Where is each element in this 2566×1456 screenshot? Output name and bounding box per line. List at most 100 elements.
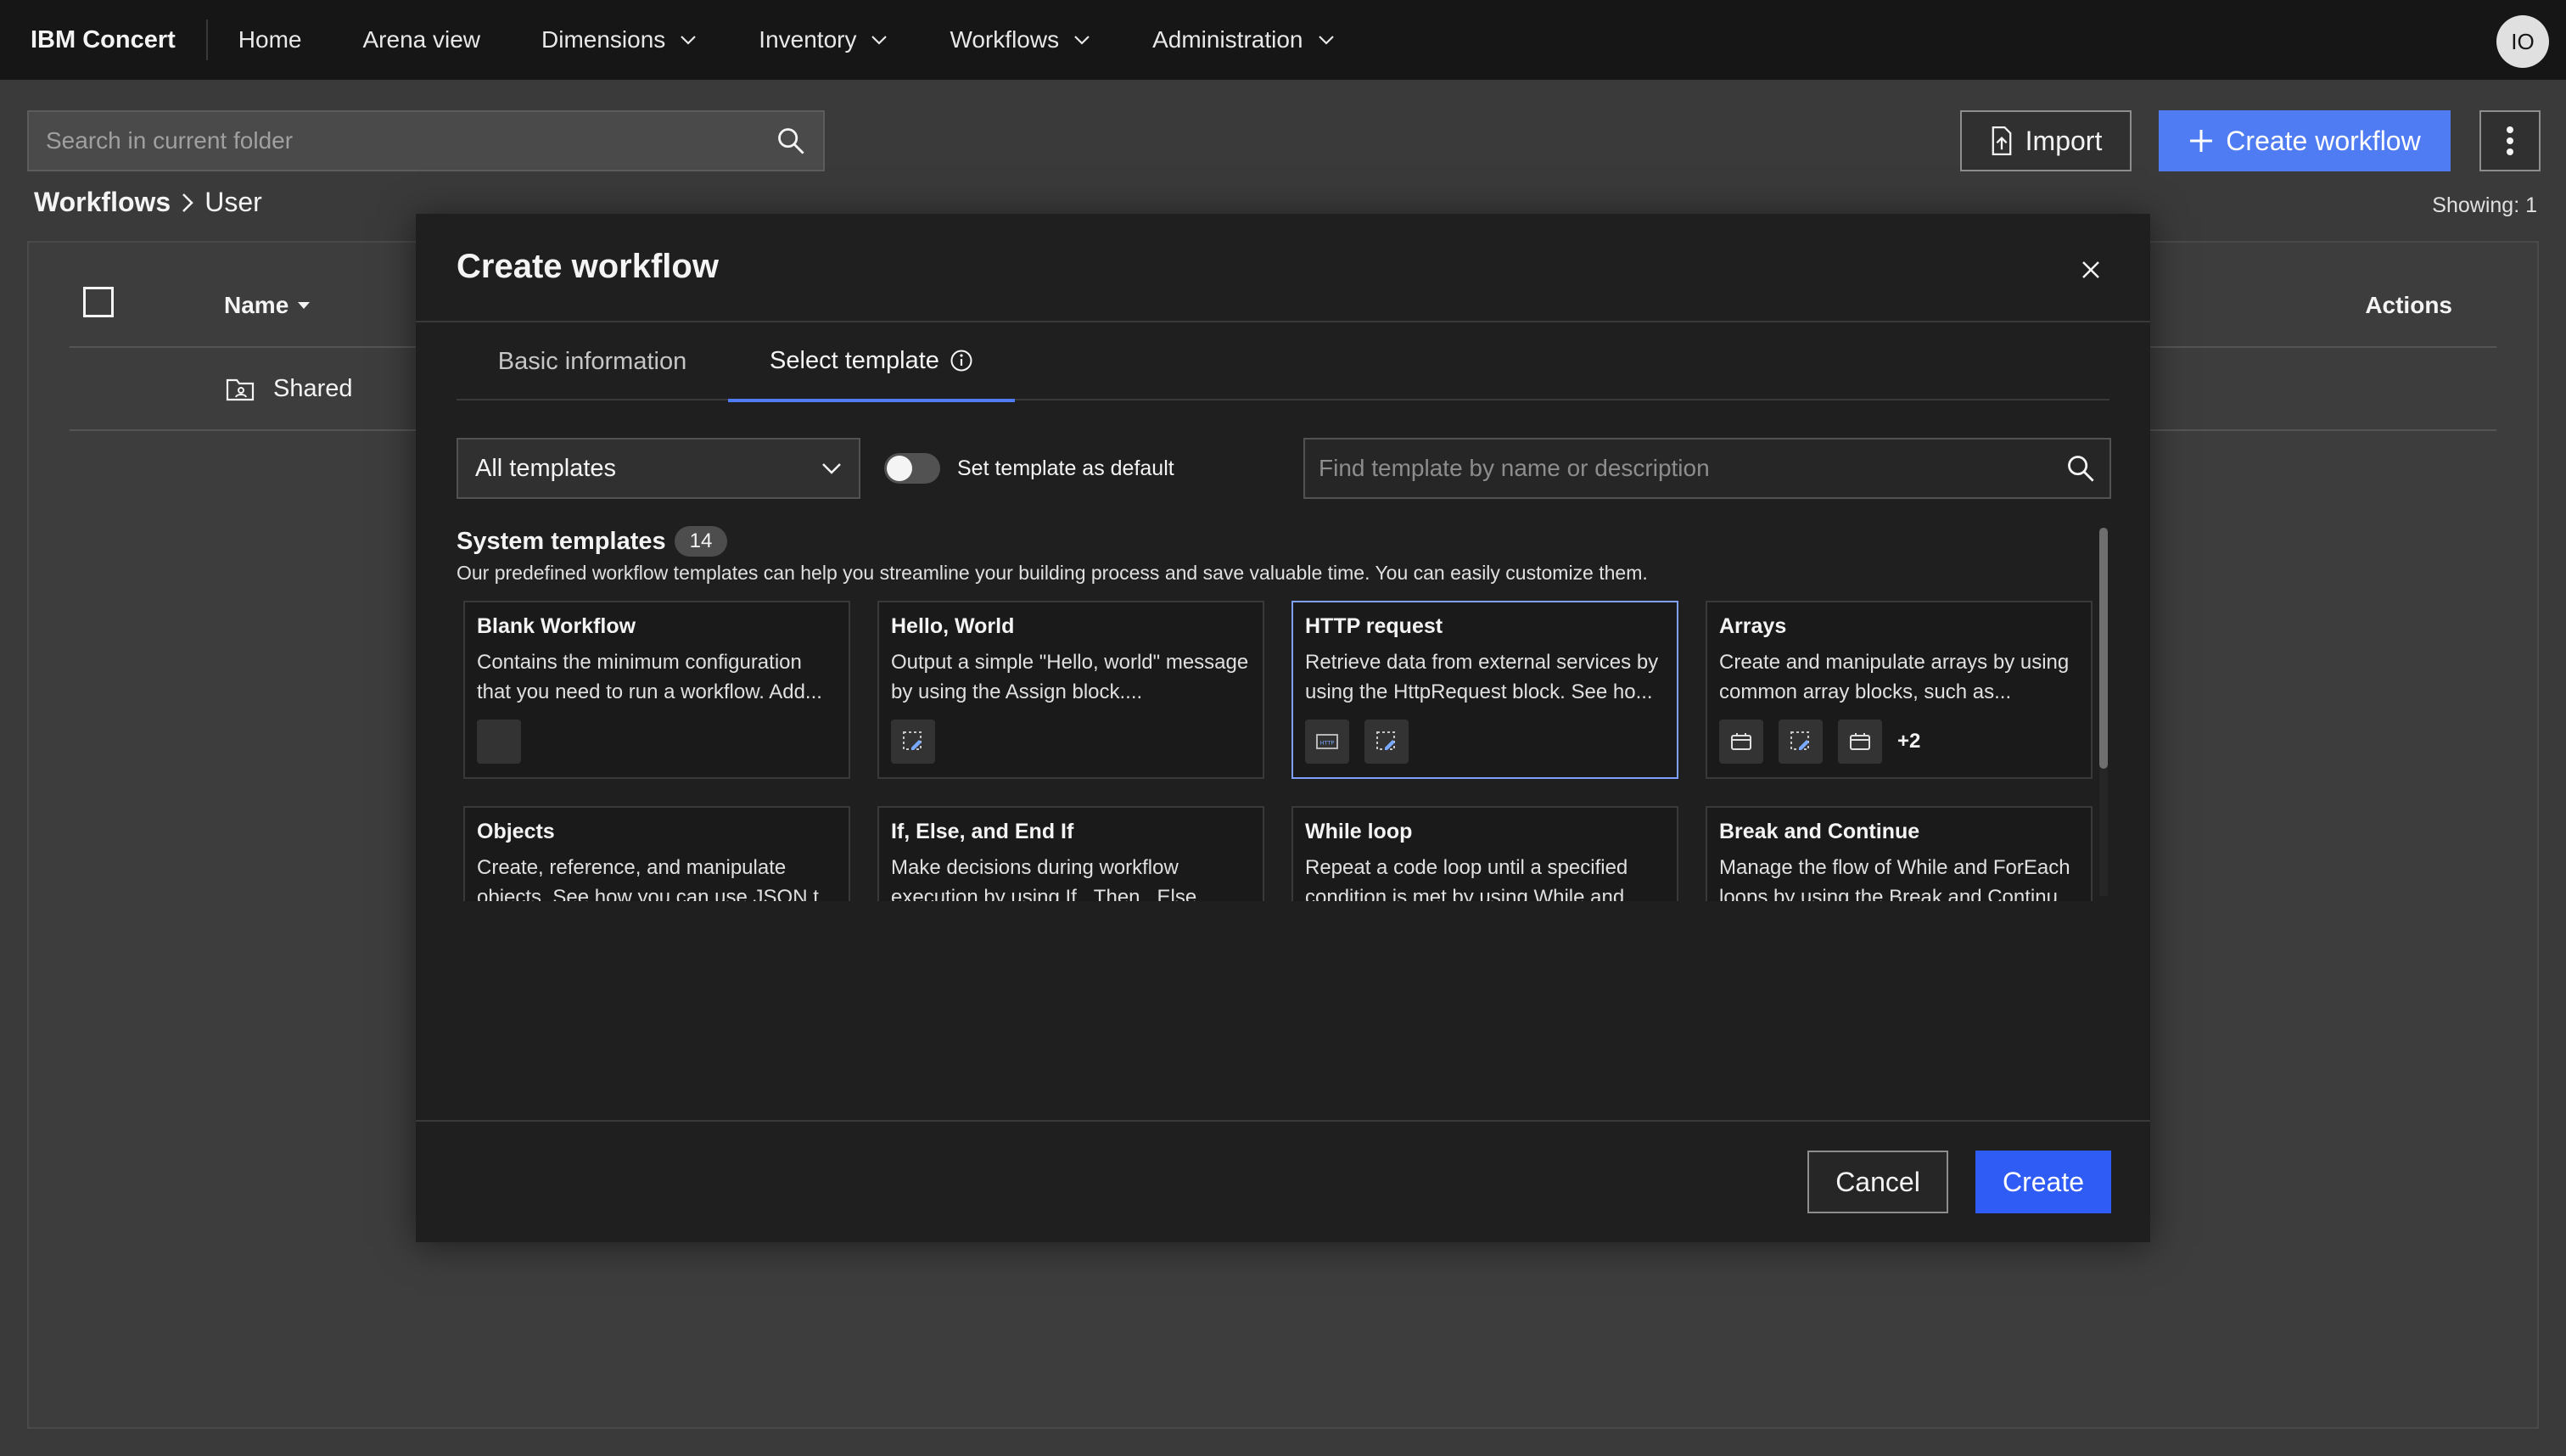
template-card-blocks: +2 bbox=[1719, 720, 1920, 764]
create-workflow-button-label: Create workflow bbox=[2226, 125, 2421, 156]
import-file-icon bbox=[1992, 126, 2011, 155]
breadcrumb-workflows[interactable]: Workflows bbox=[34, 187, 171, 218]
search-icon[interactable] bbox=[776, 126, 806, 156]
system-templates-description: Our predefined workflow templates can he… bbox=[457, 562, 1648, 584]
template-card-title: HTTP request bbox=[1305, 614, 1443, 638]
system-templates-heading: System templates 14 bbox=[457, 526, 728, 557]
array-icon bbox=[1719, 720, 1763, 764]
default-template-toggle-group: Set template as default bbox=[884, 453, 1174, 484]
chevron-down-icon bbox=[1318, 36, 1334, 45]
template-card-description: Create, reference, and manipulate object… bbox=[477, 856, 836, 901]
create-workflow-modal: Create workflow Basic information Select… bbox=[416, 214, 2150, 1242]
create-button-label: Create bbox=[2002, 1166, 2085, 1197]
template-filter-value: All templates bbox=[475, 454, 617, 482]
template-card-title: If, Else, and End If bbox=[891, 820, 1074, 843]
template-card-more-count: +2 bbox=[1897, 730, 1921, 753]
column-header-name[interactable]: Name bbox=[224, 292, 311, 319]
template-card-description: Make decisions during workflow execution… bbox=[891, 856, 1214, 901]
assign-icon bbox=[1364, 720, 1409, 764]
template-card-blank-workflow[interactable]: Blank Workflow Contains the minimum confi… bbox=[463, 601, 850, 779]
blank-icon bbox=[477, 720, 521, 764]
column-header-name-label: Name bbox=[224, 292, 289, 318]
user-avatar[interactable]: IO bbox=[2496, 15, 2549, 68]
tab-basic-information[interactable]: Basic information bbox=[457, 322, 728, 400]
table-row-shared[interactable]: Shared bbox=[226, 375, 353, 403]
nav-item-label: Arena view bbox=[362, 26, 481, 53]
tab-select-template-label: Select template bbox=[770, 346, 939, 374]
tab-basic-information-label: Basic information bbox=[497, 347, 687, 375]
tab-select-template[interactable]: Select template bbox=[728, 322, 1015, 402]
create-button[interactable]: Create bbox=[1975, 1151, 2111, 1213]
search-icon[interactable] bbox=[2065, 453, 2096, 484]
nav-item-label: Dimensions bbox=[541, 26, 666, 53]
sort-caret-icon[interactable] bbox=[297, 301, 311, 310]
default-template-toggle[interactable] bbox=[884, 453, 940, 484]
template-card-blocks bbox=[891, 720, 935, 764]
chevron-down-icon bbox=[822, 463, 841, 474]
nav-item-inventory[interactable]: Inventory bbox=[759, 26, 888, 53]
import-button-label: Import bbox=[2025, 125, 2103, 156]
overflow-menu-button[interactable] bbox=[2479, 110, 2541, 171]
kebab-icon bbox=[2507, 126, 2513, 155]
template-card-blocks bbox=[477, 720, 521, 764]
template-card-blocks: HTTP bbox=[1305, 720, 1409, 764]
cancel-button[interactable]: Cancel bbox=[1807, 1151, 1948, 1213]
template-grid: Blank Workflow Contains the minimum confi… bbox=[457, 601, 2109, 901]
chevron-down-icon bbox=[871, 36, 888, 45]
select-all-checkbox[interactable] bbox=[83, 287, 114, 317]
svg-text:HTTP: HTTP bbox=[1320, 740, 1335, 747]
nav-item-label: Administration bbox=[1152, 26, 1303, 53]
array-icon bbox=[1838, 720, 1882, 764]
template-card-title: Objects bbox=[477, 820, 555, 843]
info-icon[interactable] bbox=[950, 349, 973, 372]
modal-tabs: Basic information Select template bbox=[457, 322, 2109, 402]
template-scrollbar[interactable] bbox=[2099, 528, 2108, 896]
template-card-description: Output a simple "Hello, world" message b… bbox=[891, 651, 1249, 703]
template-card-if-else-and-end-if[interactable]: If, Else, and End If Make decisions durin… bbox=[877, 806, 1264, 901]
nav-item-administration[interactable]: Administration bbox=[1152, 26, 1335, 53]
template-search-field[interactable] bbox=[1303, 438, 2111, 499]
template-card-break-and-continue[interactable]: Break and Continue Manage the flow of Whi… bbox=[1706, 806, 2093, 901]
chevron-down-icon bbox=[681, 36, 697, 45]
assign-icon bbox=[1779, 720, 1823, 764]
template-card-description: Create and manipulate arrays by using co… bbox=[1719, 651, 2070, 703]
column-header-actions: Actions bbox=[2365, 292, 2452, 318]
scrollbar-thumb[interactable] bbox=[2099, 528, 2108, 769]
main-nav: Home Arena view Dimensions Inventory Workflo… bbox=[238, 26, 1397, 53]
create-workflow-button[interactable]: Create workflow bbox=[2159, 110, 2451, 171]
template-card-title: Hello, World bbox=[891, 614, 1015, 638]
template-card-http-request[interactable]: HTTP request Retrieve data from external … bbox=[1291, 601, 1678, 779]
folder-search-input[interactable] bbox=[46, 127, 776, 154]
close-icon[interactable] bbox=[2079, 258, 2103, 282]
brand-logo[interactable]: IBM Concert bbox=[0, 20, 208, 60]
default-template-toggle-label: Set template as default bbox=[957, 456, 1174, 480]
modal-title: Create workflow bbox=[457, 248, 719, 285]
template-card-description: Contains the minimum configuration that … bbox=[477, 651, 822, 703]
nav-item-arena-view[interactable]: Arena view bbox=[363, 26, 481, 53]
nav-item-label: Inventory bbox=[759, 26, 857, 53]
folder-search-field[interactable] bbox=[27, 110, 825, 171]
template-card-title: Arrays bbox=[1719, 614, 1787, 638]
modal-footer-divider bbox=[416, 1120, 2150, 1122]
template-card-description: Retrieve data from external services by … bbox=[1305, 651, 1659, 703]
nav-item-label: Home bbox=[238, 26, 302, 53]
system-templates-count: 14 bbox=[674, 526, 728, 557]
shared-folder-icon bbox=[226, 378, 255, 400]
template-card-objects[interactable]: Objects Create, reference, and manipulate… bbox=[463, 806, 850, 901]
chevron-right-icon bbox=[182, 193, 193, 212]
showing-count: Showing: 1 bbox=[2432, 193, 2537, 217]
import-button[interactable]: Import bbox=[1960, 110, 2132, 171]
template-search-input[interactable] bbox=[1319, 455, 2065, 482]
template-filter-select[interactable]: All templates bbox=[457, 438, 860, 499]
template-card-arrays[interactable]: Arrays Create and manipulate arrays by us… bbox=[1706, 601, 2093, 779]
nav-item-workflows[interactable]: Workflows bbox=[950, 26, 1091, 53]
template-card-hello-world[interactable]: Hello, World Output a simple "Hello, worl… bbox=[877, 601, 1264, 779]
system-templates-title: System templates bbox=[457, 527, 666, 555]
template-card-while-loop[interactable]: While loop Repeat a code loop until a spe… bbox=[1291, 806, 1678, 901]
nav-item-home[interactable]: Home bbox=[238, 26, 302, 53]
row-name[interactable]: Shared bbox=[273, 375, 353, 403]
cancel-button-label: Cancel bbox=[1835, 1166, 1920, 1197]
template-card-title: Break and Continue bbox=[1719, 820, 1920, 843]
breadcrumb-user[interactable]: User bbox=[204, 187, 262, 218]
nav-item-dimensions[interactable]: Dimensions bbox=[541, 26, 698, 53]
